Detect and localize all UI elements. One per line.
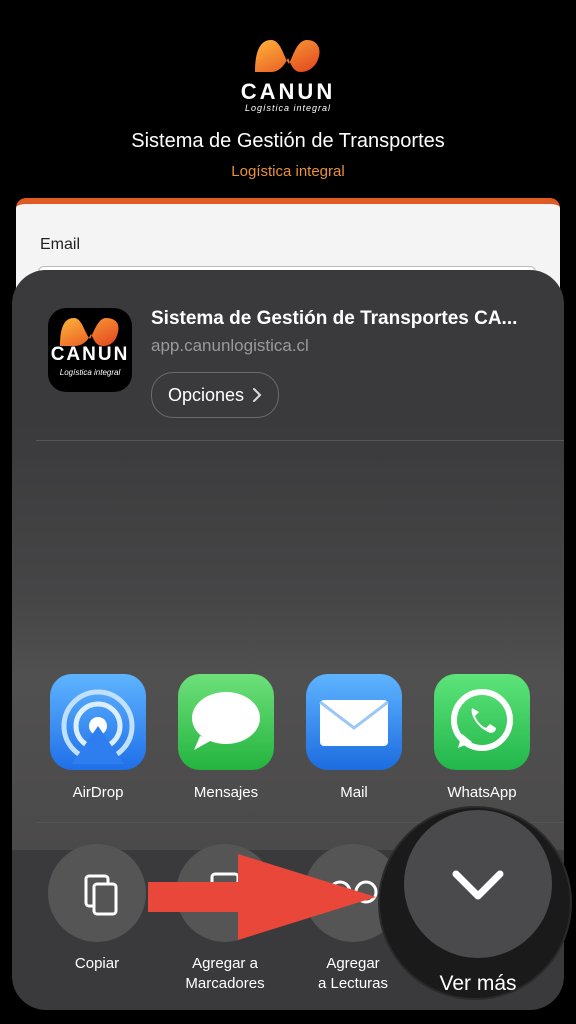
action-copy[interactable]: Copiar bbox=[32, 844, 162, 974]
page-title: Sistema de Gestión de Transportes bbox=[131, 130, 445, 152]
airdrop-icon bbox=[50, 674, 146, 770]
canun-logo: CANUN Logística integral bbox=[238, 36, 338, 113]
mail-icon bbox=[306, 674, 402, 770]
chevron-right-icon bbox=[253, 388, 262, 402]
annotation-arrow-icon bbox=[148, 854, 376, 940]
page-subtitle: Logística integral bbox=[231, 163, 345, 180]
action-label: Agregar a Marcadores bbox=[160, 954, 290, 994]
messages-icon bbox=[178, 674, 274, 770]
app-icon-sub: Logística integral bbox=[59, 368, 121, 377]
email-label: Email bbox=[40, 236, 81, 253]
share-app-airdrop[interactable]: AirDrop bbox=[48, 674, 148, 801]
divider bbox=[36, 440, 564, 441]
ver-mas-button[interactable] bbox=[404, 810, 552, 958]
share-app-messages[interactable]: Mensajes bbox=[176, 674, 276, 801]
app-label: WhatsApp bbox=[447, 784, 517, 801]
copy-icon bbox=[84, 874, 118, 916]
logo-sub: Logística integral bbox=[244, 103, 332, 113]
action-label-line: Agregar a bbox=[192, 955, 258, 972]
logo-word: CANUN bbox=[240, 79, 336, 104]
share-app-mail[interactable]: Mail bbox=[304, 674, 404, 801]
canun-logo-mark-icon bbox=[255, 40, 320, 72]
share-url: app.canunlogistica.cl bbox=[151, 336, 309, 355]
app-label: Mensajes bbox=[193, 784, 259, 801]
action-circle bbox=[48, 844, 146, 942]
share-app-whatsapp[interactable]: WhatsApp bbox=[432, 674, 532, 801]
app-label: Mail bbox=[340, 784, 368, 801]
app-icon-word: CANUN bbox=[50, 344, 130, 365]
action-label-line: Marcadores bbox=[185, 975, 265, 992]
options-button[interactable]: Opciones bbox=[151, 372, 280, 418]
whatsapp-icon bbox=[434, 674, 530, 770]
app-icon: CANUN Logística integral bbox=[48, 308, 132, 392]
app-label: AirDrop bbox=[72, 784, 124, 801]
ver-mas-label: Ver más bbox=[439, 972, 517, 995]
action-label: Copiar bbox=[74, 955, 120, 972]
options-label: Opciones bbox=[168, 385, 245, 405]
chevron-down-icon bbox=[452, 870, 504, 900]
share-title: Sistema de Gestión de Transportes CA... bbox=[151, 308, 518, 329]
